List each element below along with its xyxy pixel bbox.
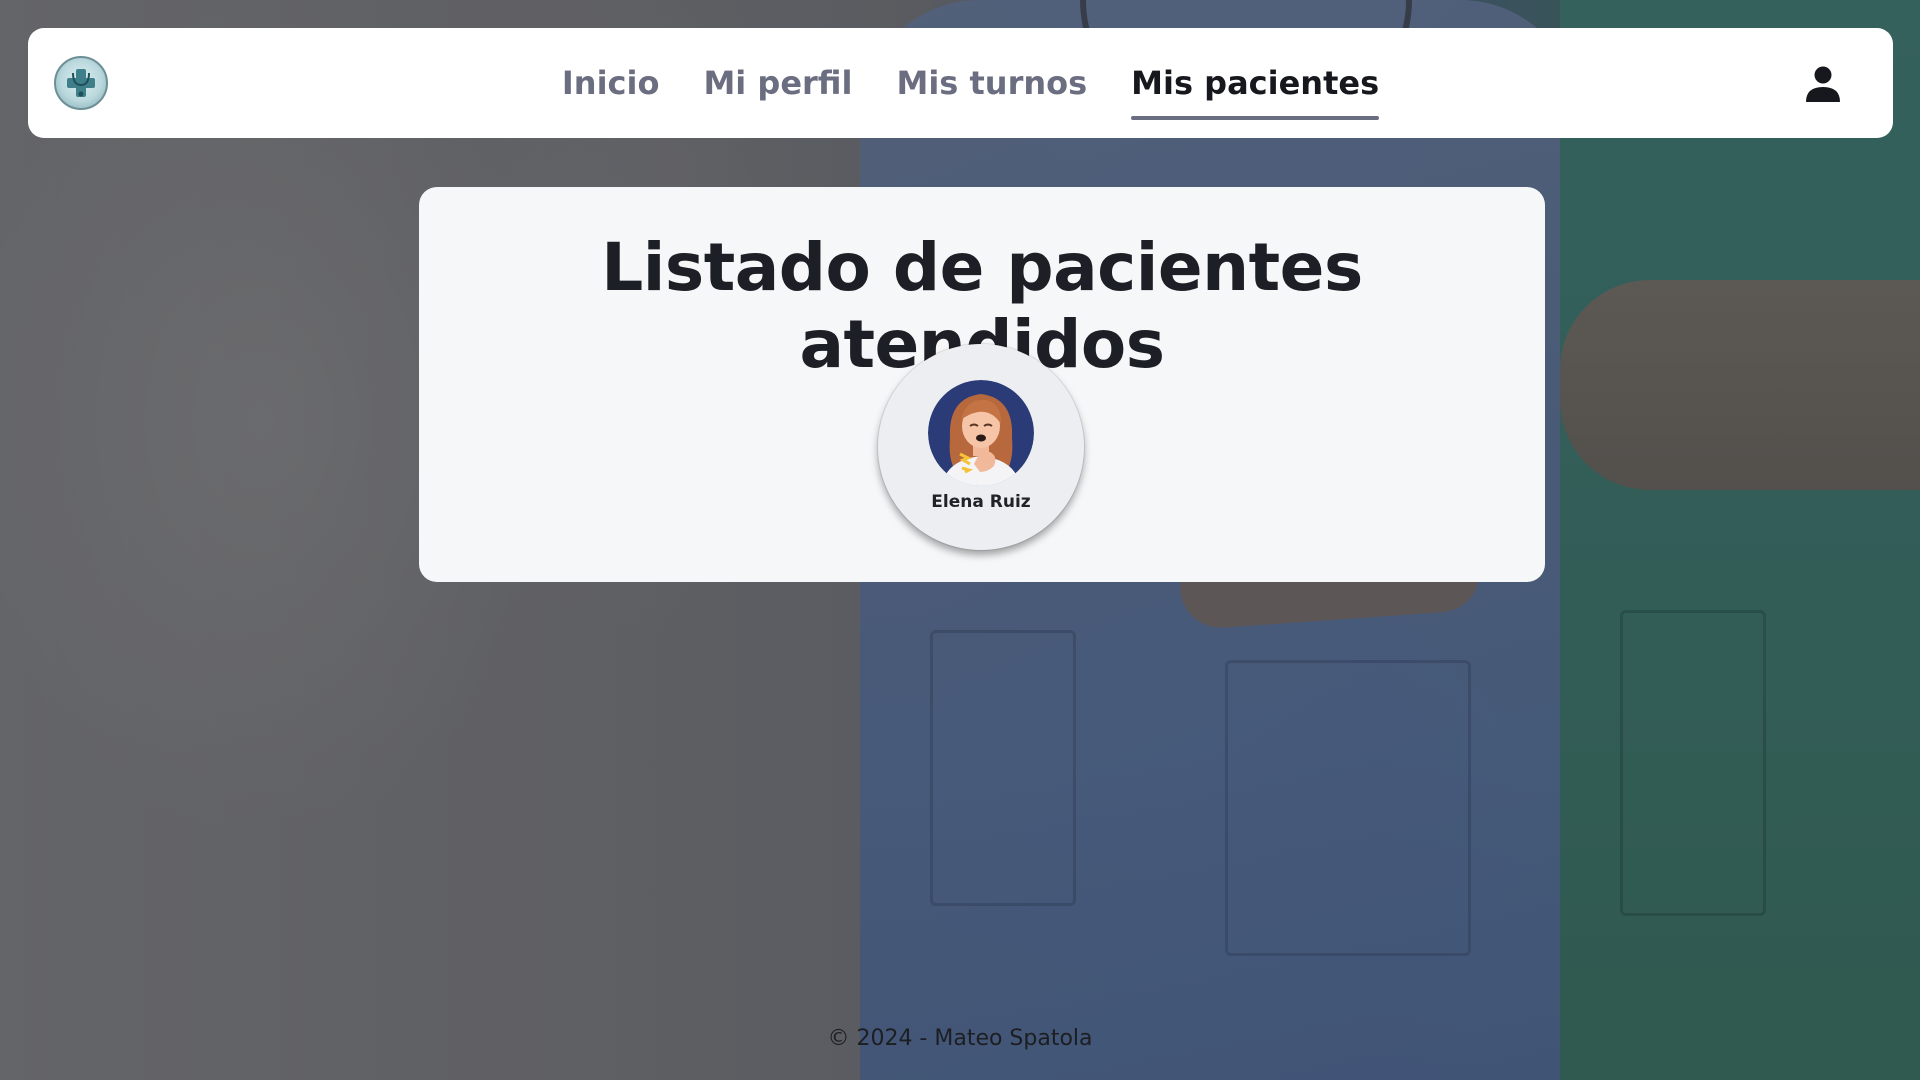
nav-link-mi-perfil[interactable]: Mi perfil (703, 58, 852, 108)
patient-item[interactable]: Elena Ruiz (878, 344, 1084, 550)
nav-link-inicio[interactable]: Inicio (562, 58, 660, 108)
patient-avatar-icon (928, 380, 1034, 486)
navbar: Inicio Mi perfil Mis turnos Mis paciente… (28, 28, 1893, 138)
nav-link-mis-turnos[interactable]: Mis turnos (896, 58, 1087, 108)
footer-copyright: © 2024 - Mateo Spatola (827, 1026, 1093, 1051)
nav-links: Inicio Mi perfil Mis turnos Mis paciente… (28, 28, 1893, 138)
patients-card: Listado de pacientes atendidos (419, 187, 1545, 582)
user-icon[interactable] (1803, 64, 1843, 104)
patient-name: Elena Ruiz (931, 492, 1031, 512)
nav-link-mis-pacientes[interactable]: Mis pacientes (1131, 58, 1379, 120)
user-icon-graphic (1806, 66, 1840, 102)
